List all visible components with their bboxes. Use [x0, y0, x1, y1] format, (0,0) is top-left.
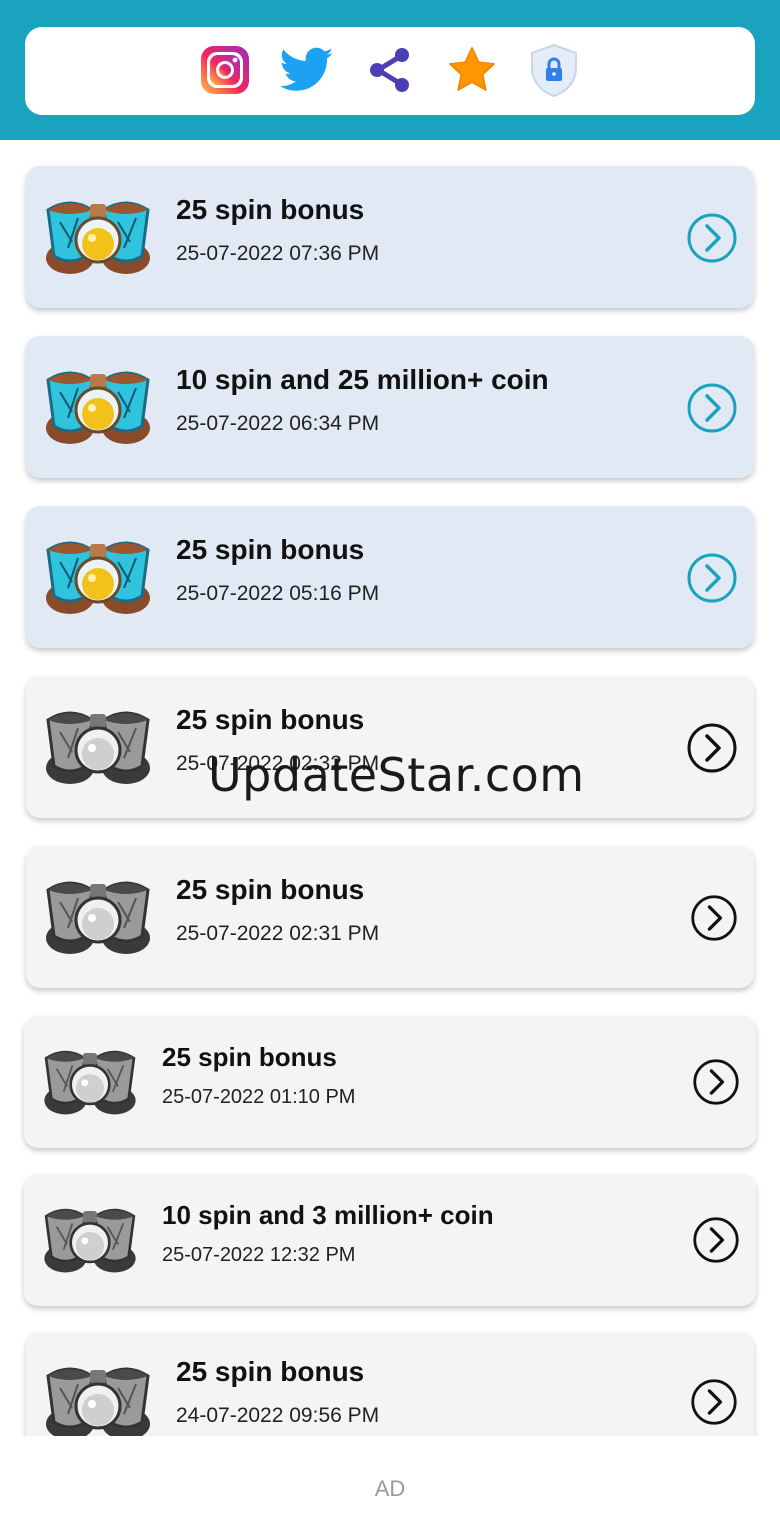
reward-date: 25-07-2022 02:31 PM — [176, 922, 380, 945]
reward-date: 25-07-2022 02:32 PM — [176, 752, 380, 775]
reward-card[interactable]: 25 spin bonus 25-07-2022 01:10 PM — [24, 1016, 756, 1148]
chevron-right-icon[interactable] — [692, 1216, 740, 1264]
reward-date: 25-07-2022 01:10 PM — [162, 1086, 356, 1108]
reward-title: 25 spin bonus — [176, 534, 365, 565]
spin-potion-icon — [46, 371, 150, 444]
reward-card[interactable]: 10 spin and 3 million+ coin 25-07-2022 1… — [24, 1174, 756, 1306]
spin-potion-icon — [46, 541, 150, 614]
reward-card[interactable]: 25 spin bonus 25-07-2022 07:36 PM — [26, 166, 754, 308]
chevron-right-icon[interactable] — [686, 722, 738, 774]
reward-date: 24-07-2022 09:56 PM — [176, 1404, 380, 1427]
chevron-right-icon[interactable] — [690, 894, 738, 942]
chevron-right-icon[interactable] — [686, 552, 738, 604]
reward-title: 25 spin bonus — [176, 1356, 365, 1387]
reward-date: 25-07-2022 05:16 PM — [176, 582, 380, 605]
spin-potion-icon — [46, 881, 150, 954]
twitter-icon[interactable] — [279, 42, 335, 98]
spin-potion-icon — [46, 711, 150, 784]
reward-list: 25 spin bonus 25-07-2022 07:36 PM 10 spi… — [0, 140, 780, 1436]
reward-date: 25-07-2022 07:36 PM — [176, 242, 380, 265]
instagram-icon[interactable] — [197, 42, 253, 98]
reward-title: 10 spin and 3 million+ coin — [162, 1200, 494, 1230]
reward-date: 25-07-2022 12:32 PM — [162, 1244, 356, 1266]
reward-title: 25 spin bonus — [176, 704, 365, 735]
reward-title: 25 spin bonus — [176, 874, 365, 905]
reward-title: 10 spin and 25 million+ coin — [176, 364, 549, 395]
ad-label: AD — [374, 1476, 406, 1501]
spin-potion-icon — [46, 1367, 150, 1436]
reward-card[interactable]: 25 spin bonus 25-07-2022 05:16 PM — [26, 506, 754, 648]
reward-card[interactable]: 25 spin bonus 24-07-2022 09:56 PM — [26, 1332, 754, 1436]
share-icon[interactable] — [362, 42, 418, 98]
reward-card[interactable]: 25 spin bonus 25-07-2022 02:31 PM — [26, 846, 754, 988]
star-icon[interactable] — [444, 42, 500, 98]
spin-potion-icon — [44, 1208, 136, 1273]
chevron-right-icon[interactable] — [686, 212, 738, 264]
reward-date: 25-07-2022 06:34 PM — [176, 412, 380, 435]
ad-banner[interactable]: AD — [0, 1436, 780, 1538]
chevron-right-icon[interactable] — [692, 1058, 740, 1106]
reward-card[interactable]: 25 spin bonus 25-07-2022 02:32 PM — [26, 676, 754, 818]
reward-title: 25 spin bonus — [176, 194, 365, 225]
reward-title: 25 spin bonus — [162, 1042, 337, 1072]
privacy-shield-icon[interactable] — [526, 42, 582, 98]
spin-potion-icon — [44, 1050, 136, 1115]
spin-potion-icon — [46, 201, 150, 274]
chevron-right-icon[interactable] — [686, 382, 738, 434]
chevron-right-icon[interactable] — [690, 1378, 738, 1426]
reward-card[interactable]: 10 spin and 25 million+ coin 25-07-2022 … — [26, 336, 754, 478]
